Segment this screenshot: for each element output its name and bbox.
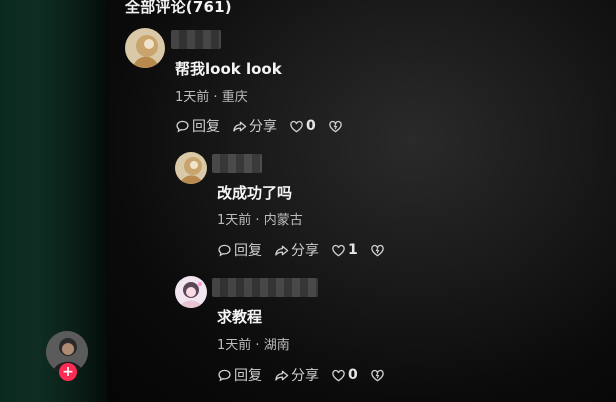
username-redacted[interactable] — [212, 278, 318, 297]
avatar[interactable] — [175, 152, 207, 184]
comment-icon — [218, 369, 231, 381]
share-button[interactable]: 分享 — [232, 116, 277, 136]
comment-location: 内蒙古 — [263, 213, 303, 228]
comment-actions: 回复 分享 0 — [175, 116, 343, 136]
dislike-button[interactable] — [328, 119, 343, 134]
avatar[interactable] — [175, 276, 207, 308]
comment-time: 1天前 — [217, 338, 252, 353]
dislike-button[interactable] — [370, 243, 385, 258]
comment-text: 求教程 — [217, 308, 263, 326]
comment-location: 重庆 — [221, 90, 248, 105]
reply-label: 回复 — [234, 243, 262, 259]
share-button[interactable]: 分享 — [274, 240, 319, 260]
comment-meta: 1天前 · 内蒙古 — [217, 213, 303, 228]
heart-icon — [332, 244, 345, 256]
comment-meta: 1天前 · 重庆 — [175, 90, 248, 105]
comment-actions: 回复 分享 1 — [217, 240, 385, 260]
like-count: 0 — [348, 367, 358, 383]
like-button[interactable]: 0 — [289, 118, 316, 134]
share-label: 分享 — [291, 243, 319, 259]
comment-meta: 1天前 · 湖南 — [217, 338, 290, 353]
share-icon — [233, 121, 247, 132]
like-count: 0 — [306, 118, 316, 134]
like-button[interactable]: 1 — [331, 242, 358, 258]
dislike-icon — [370, 244, 384, 256]
comment-location: 湖南 — [263, 338, 290, 353]
reply-label: 回复 — [192, 119, 220, 135]
reply-label: 回复 — [234, 368, 262, 384]
share-button[interactable]: 分享 — [274, 365, 319, 385]
like-count: 1 — [348, 242, 358, 258]
heart-icon — [290, 120, 303, 132]
reply-button[interactable]: 回复 — [175, 116, 220, 136]
username-redacted[interactable] — [171, 30, 221, 49]
comment-icon — [176, 120, 189, 132]
share-icon — [275, 245, 289, 256]
reply-button[interactable]: 回复 — [217, 365, 262, 385]
share-label: 分享 — [291, 368, 319, 384]
comment-time: 1天前 — [217, 213, 252, 228]
dislike-icon — [370, 369, 384, 381]
comment-time: 1天前 — [175, 90, 210, 105]
share-label: 分享 — [249, 119, 277, 135]
comments-header: 全部评论(761) — [125, 0, 232, 16]
comment-icon — [218, 244, 231, 256]
dislike-button[interactable] — [370, 368, 385, 383]
reply-button[interactable]: 回复 — [217, 240, 262, 260]
comment-actions: 回复 分享 0 — [217, 365, 385, 385]
share-icon — [275, 370, 289, 381]
comment-text: 改成功了吗 — [217, 184, 293, 202]
follow-plus-icon[interactable]: + — [59, 363, 77, 381]
avatar[interactable] — [125, 28, 165, 68]
heart-icon — [332, 369, 345, 381]
username-redacted[interactable] — [212, 154, 262, 173]
comment-text: 帮我look look — [175, 60, 282, 78]
like-button[interactable]: 0 — [331, 367, 358, 383]
dislike-icon — [328, 120, 342, 132]
